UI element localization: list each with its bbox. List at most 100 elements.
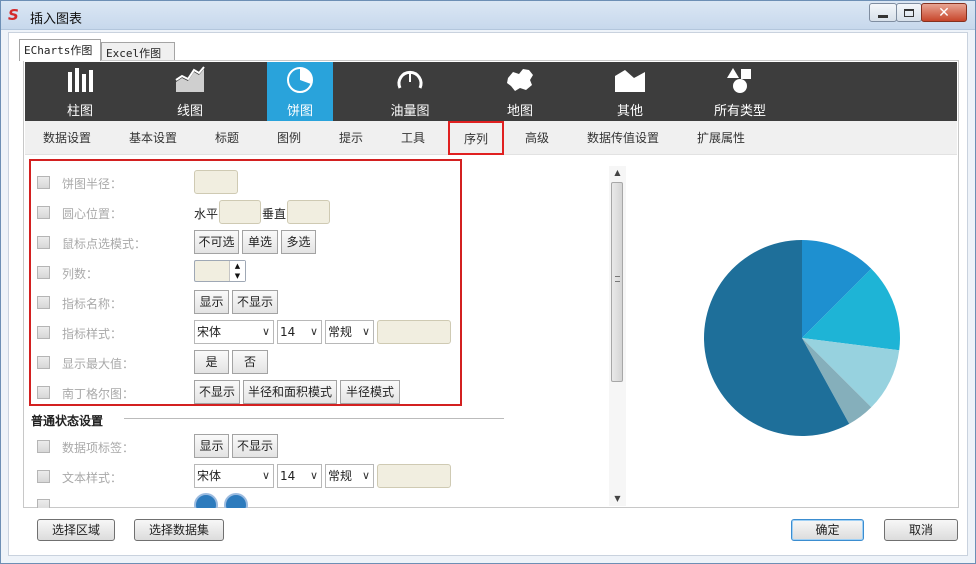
tab-data-passing[interactable]: 数据传值设置 — [587, 129, 659, 146]
nightingale-radius-area-button[interactable]: 半径和面积模式 — [243, 380, 337, 404]
text-style-checkbox[interactable] — [37, 470, 50, 483]
ok-button[interactable]: 确定 — [791, 519, 864, 541]
text-font-select[interactable]: 宋体 ∨ — [194, 464, 274, 488]
setting-row-center-position: 圆心位置： 水平 垂直 — [25, 199, 605, 225]
tab-advanced[interactable]: 高级 — [525, 129, 549, 146]
text-color-box[interactable] — [377, 464, 451, 488]
pie-style-option-icon[interactable] — [194, 493, 218, 508]
tab-data-settings[interactable]: 数据设置 — [43, 129, 91, 146]
tab-tooltip[interactable]: 提示 — [339, 129, 363, 146]
text-weight-select[interactable]: 常规 ∨ — [325, 464, 374, 488]
indicator-color-box[interactable] — [377, 320, 451, 344]
chart-type-bar: 柱图 线图 饼图 油量图 地图 其他 所有类型 — [25, 62, 957, 121]
chart-type-label: 所有类型 — [713, 104, 766, 119]
center-vertical-input[interactable] — [287, 200, 330, 224]
pie-style-option-icon[interactable] — [224, 493, 248, 508]
insert-chart-dialog: S 插入图表 ✕ ECharts作图 Excel作图 柱图 线图 饼图 油量图 … — [0, 0, 976, 564]
tab-tools[interactable]: 工具 — [401, 129, 425, 146]
chevron-down-icon: ∨ — [261, 325, 270, 338]
gauge-icon — [397, 70, 423, 89]
chart-type-label: 其他 — [616, 104, 643, 119]
nightingale-checkbox[interactable] — [37, 386, 50, 399]
scroll-up-icon[interactable]: ▲ — [609, 166, 626, 180]
setting-row-data-label: 数据项标签： 显示 不显示 — [25, 433, 605, 459]
tab-extended-properties[interactable]: 扩展属性 — [697, 129, 745, 146]
cancel-button[interactable]: 取消 — [884, 519, 958, 541]
indicator-show-button[interactable]: 显示 — [194, 290, 229, 314]
scroll-thumb[interactable] — [611, 182, 623, 382]
indicator-size-select[interactable]: 14 ∨ — [277, 320, 322, 344]
columns-checkbox[interactable] — [37, 266, 50, 279]
chevron-down-icon: ∨ — [361, 469, 370, 482]
section-divider — [124, 418, 504, 419]
horizontal-label: 水平 — [194, 207, 219, 221]
tab-basic-settings[interactable]: 基本设置 — [129, 129, 177, 146]
close-icon: ✕ — [938, 4, 950, 21]
center-position-label: 圆心位置： — [62, 207, 123, 221]
partial-checkbox[interactable] — [37, 499, 50, 508]
settings-scrollbar[interactable]: ▲ ▼ — [609, 166, 626, 506]
maximize-icon — [904, 8, 914, 17]
single-select-button[interactable]: 单选 — [242, 230, 278, 254]
center-position-checkbox[interactable] — [37, 206, 50, 219]
select-area-button[interactable]: 选择区域 — [37, 519, 115, 541]
not-selectable-button[interactable]: 不可选 — [194, 230, 239, 254]
nightingale-radius-button[interactable]: 半径模式 — [340, 380, 400, 404]
title-bar[interactable]: S 插入图表 ✕ — [1, 1, 975, 30]
scroll-down-icon[interactable]: ▼ — [609, 492, 626, 506]
select-value: 14 — [280, 325, 296, 339]
chart-type-map[interactable]: 地图 — [487, 62, 553, 121]
pie-radius-input[interactable] — [194, 170, 238, 194]
indicator-font-select[interactable]: 宋体 ∨ — [194, 320, 274, 344]
mouse-select-checkbox[interactable] — [37, 236, 50, 249]
tab-excel[interactable]: Excel作图 — [101, 42, 175, 61]
data-label-checkbox[interactable] — [37, 440, 50, 453]
chart-type-other[interactable]: 其他 — [597, 62, 663, 121]
chart-preview — [626, 156, 958, 508]
data-label-show-button[interactable]: 显示 — [194, 434, 229, 458]
setting-row-show-max: 显示最大值： 是 否 — [25, 349, 605, 375]
minimize-button[interactable] — [869, 3, 897, 22]
setting-row-text-style: 文本样式： 宋体 ∨ 14 ∨ 常规 ∨ — [25, 463, 605, 489]
select-value: 常规 — [328, 469, 353, 483]
text-size-select[interactable]: 14 ∨ — [277, 464, 322, 488]
indicator-weight-select[interactable]: 常规 ∨ — [325, 320, 374, 344]
text-style-label: 文本样式： — [62, 471, 123, 485]
chart-type-pie-chart[interactable]: 饼图 — [267, 62, 333, 121]
nightingale-hide-button[interactable]: 不显示 — [194, 380, 240, 404]
setting-row-columns: 列数： ▲ ▼ — [25, 259, 605, 285]
multi-select-button[interactable]: 多选 — [281, 230, 316, 254]
setting-row-indicator-name: 指标名称： 显示 不显示 — [25, 289, 605, 315]
select-value: 14 — [280, 469, 296, 483]
chart-type-all[interactable]: 所有类型 — [700, 62, 780, 121]
pie-radius-checkbox[interactable] — [37, 176, 50, 189]
chart-type-line-chart[interactable]: 线图 — [157, 62, 223, 121]
chart-type-gauge[interactable]: 油量图 — [377, 62, 443, 121]
indicator-name-checkbox[interactable] — [37, 296, 50, 309]
maximize-button[interactable] — [896, 3, 922, 22]
setting-row-mouse-select: 鼠标点选模式： 不可选 单选 多选 — [25, 229, 605, 255]
tab-echarts[interactable]: ECharts作图 — [19, 39, 101, 61]
show-max-checkbox[interactable] — [37, 356, 50, 369]
echarts-panel: 柱图 线图 饼图 油量图 地图 其他 所有类型 数据设置 基本设置 标题 图例 … — [23, 60, 959, 508]
chevron-down-icon: ∨ — [261, 469, 270, 482]
columns-stepper[interactable]: ▲ ▼ — [194, 260, 246, 282]
bar-chart-icon — [68, 68, 93, 92]
tab-series[interactable]: 序列 — [448, 121, 505, 155]
chart-type-bar-chart[interactable]: 柱图 — [47, 62, 113, 121]
series-settings-panel: 饼图半径： 圆心位置： 水平 垂直 鼠标点选模式： 不可选 单选 多选 列数： … — [25, 156, 607, 508]
close-button[interactable]: ✕ — [921, 3, 967, 22]
select-dataset-button[interactable]: 选择数据集 — [134, 519, 224, 541]
show-max-no-button[interactable]: 否 — [232, 350, 268, 374]
stepper-arrows-icon[interactable]: ▲ ▼ — [229, 261, 245, 281]
select-value: 宋体 — [197, 469, 222, 483]
indicator-style-checkbox[interactable] — [37, 326, 50, 339]
data-label-hide-button[interactable]: 不显示 — [232, 434, 278, 458]
center-horizontal-input[interactable] — [219, 200, 261, 224]
indicator-name-label: 指标名称： — [62, 297, 123, 311]
area-chart-icon — [615, 70, 645, 92]
tab-legend[interactable]: 图例 — [277, 129, 301, 146]
tab-title[interactable]: 标题 — [215, 129, 239, 146]
indicator-hide-button[interactable]: 不显示 — [232, 290, 278, 314]
show-max-yes-button[interactable]: 是 — [194, 350, 229, 374]
